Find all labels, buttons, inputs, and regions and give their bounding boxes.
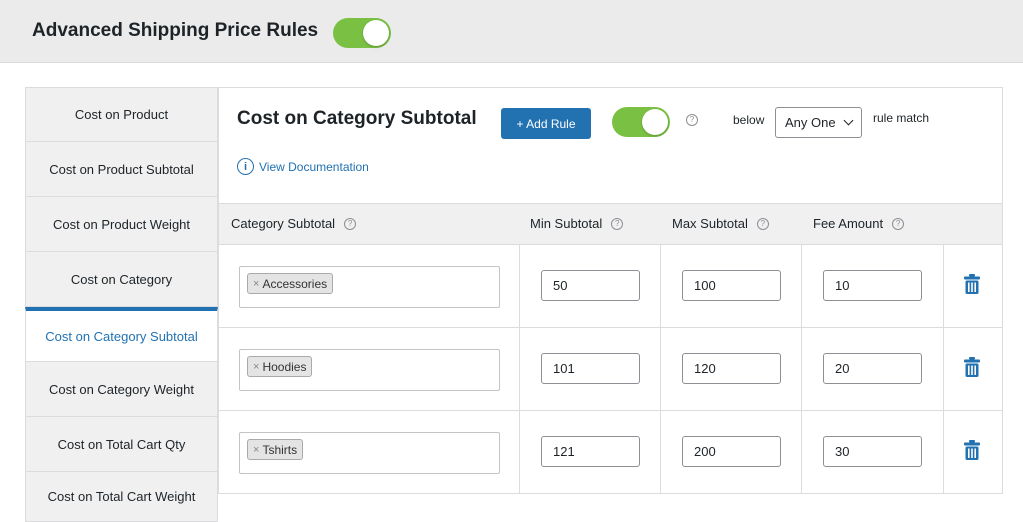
sidebar-item-cost-on-total-cart-qty[interactable]: Cost on Total Cart Qty bbox=[25, 417, 218, 472]
sidebar-item-cost-on-category-subtotal[interactable]: Cost on Category Subtotal bbox=[25, 307, 218, 362]
max-subtotal-input[interactable]: 120 bbox=[682, 353, 781, 384]
sidebar: Cost on Product Cost on Product Subtotal… bbox=[25, 87, 218, 522]
table-header: Category Subtotal ? Min Subtotal ? Max S… bbox=[219, 203, 1002, 245]
category-select[interactable]: × Tshirts bbox=[239, 432, 500, 474]
column-header-label: Fee Amount bbox=[813, 216, 884, 231]
question-circle-icon[interactable]: ? bbox=[686, 114, 698, 126]
rule-match-select[interactable]: Any One bbox=[775, 107, 862, 138]
max-subtotal-input[interactable]: 200 bbox=[682, 436, 781, 467]
page-title: Advanced Shipping Price Rules bbox=[32, 20, 319, 41]
trash-icon[interactable] bbox=[964, 357, 980, 377]
question-circle-icon[interactable]: ? bbox=[344, 217, 357, 230]
sidebar-item-cost-on-category[interactable]: Cost on Category bbox=[25, 252, 218, 307]
column-header-min-subtotal: Min Subtotal ? bbox=[530, 216, 624, 231]
view-documentation-link[interactable]: i View Documentation bbox=[237, 158, 369, 175]
column-divider bbox=[519, 411, 520, 493]
column-divider bbox=[943, 411, 944, 493]
view-documentation-label: View Documentation bbox=[259, 159, 369, 174]
toggle-knob bbox=[642, 109, 668, 135]
column-header-label: Max Subtotal bbox=[672, 216, 748, 231]
rules-panel: Cost on Category Subtotal + Add Rule ? b… bbox=[218, 87, 1003, 494]
category-tag: × Hoodies bbox=[247, 356, 313, 377]
fee-amount-input[interactable]: 20 bbox=[823, 353, 922, 384]
min-subtotal-input[interactable]: 101 bbox=[541, 353, 640, 384]
column-divider bbox=[943, 328, 944, 410]
question-circle-icon[interactable]: ? bbox=[611, 217, 624, 230]
category-select[interactable]: × Hoodies bbox=[239, 349, 500, 391]
table-row: × Tshirts 121 200 30 bbox=[219, 411, 1002, 494]
column-header-max-subtotal: Max Subtotal ? bbox=[672, 216, 769, 231]
category-tag-label: Accessories bbox=[262, 276, 328, 291]
column-divider bbox=[519, 245, 520, 327]
fee-amount-input[interactable]: 10 bbox=[823, 270, 922, 301]
column-divider bbox=[801, 245, 802, 327]
question-circle-icon[interactable]: ? bbox=[756, 217, 769, 230]
sidebar-item-cost-on-product-subtotal[interactable]: Cost on Product Subtotal bbox=[25, 142, 218, 197]
column-header-fee-amount: Fee Amount ? bbox=[813, 216, 905, 231]
column-header-label: Min Subtotal bbox=[530, 216, 603, 231]
remove-tag-icon[interactable]: × bbox=[253, 361, 259, 373]
trash-icon[interactable] bbox=[964, 274, 980, 294]
trash-icon[interactable] bbox=[964, 440, 980, 460]
column-divider bbox=[660, 328, 661, 410]
category-tag-label: Hoodies bbox=[262, 359, 307, 374]
min-subtotal-input[interactable]: 121 bbox=[541, 436, 640, 467]
rule-match-select-value: Any One bbox=[785, 115, 836, 130]
table-row: × Hoodies 101 120 20 bbox=[219, 328, 1002, 411]
remove-tag-icon[interactable]: × bbox=[253, 278, 259, 290]
sidebar-item-cost-on-product[interactable]: Cost on Product bbox=[25, 87, 218, 142]
column-divider bbox=[660, 245, 661, 327]
column-divider bbox=[801, 328, 802, 410]
column-divider bbox=[943, 245, 944, 327]
rule-match-label: rule match bbox=[873, 111, 930, 125]
sidebar-item-cost-on-total-cart-weight[interactable]: Cost on Total Cart Weight bbox=[25, 472, 218, 522]
fee-amount-input[interactable]: 30 bbox=[823, 436, 922, 467]
category-tag: × Tshirts bbox=[247, 439, 304, 460]
question-circle-icon[interactable]: ? bbox=[892, 217, 905, 230]
sidebar-item-cost-on-product-weight[interactable]: Cost on Product Weight bbox=[25, 197, 218, 252]
column-divider bbox=[660, 411, 661, 493]
category-tag-label: Tshirts bbox=[262, 442, 298, 457]
remove-tag-icon[interactable]: × bbox=[253, 444, 259, 456]
info-circle-icon: i bbox=[237, 158, 254, 175]
panel-title: Cost on Category Subtotal bbox=[237, 108, 477, 129]
table-row: × Accessories 50 100 10 bbox=[219, 245, 1002, 328]
page-header: Advanced Shipping Price Rules bbox=[0, 0, 1023, 63]
sidebar-item-cost-on-category-weight[interactable]: Cost on Category Weight bbox=[25, 362, 218, 417]
below-label: below bbox=[733, 113, 765, 127]
max-subtotal-input[interactable]: 100 bbox=[682, 270, 781, 301]
category-tag: × Accessories bbox=[247, 273, 334, 294]
add-rule-button[interactable]: + Add Rule bbox=[501, 108, 591, 139]
section-enable-toggle[interactable] bbox=[612, 107, 670, 137]
min-subtotal-input[interactable]: 50 bbox=[541, 270, 640, 301]
header-enable-toggle[interactable] bbox=[333, 18, 391, 48]
column-divider bbox=[519, 328, 520, 410]
column-header-label: Category Subtotal bbox=[231, 216, 336, 231]
category-select[interactable]: × Accessories bbox=[239, 266, 500, 308]
chevron-down-icon bbox=[843, 115, 854, 126]
toggle-knob bbox=[363, 20, 389, 46]
column-header-category-subtotal: Category Subtotal ? bbox=[231, 216, 357, 231]
column-divider bbox=[801, 411, 802, 493]
